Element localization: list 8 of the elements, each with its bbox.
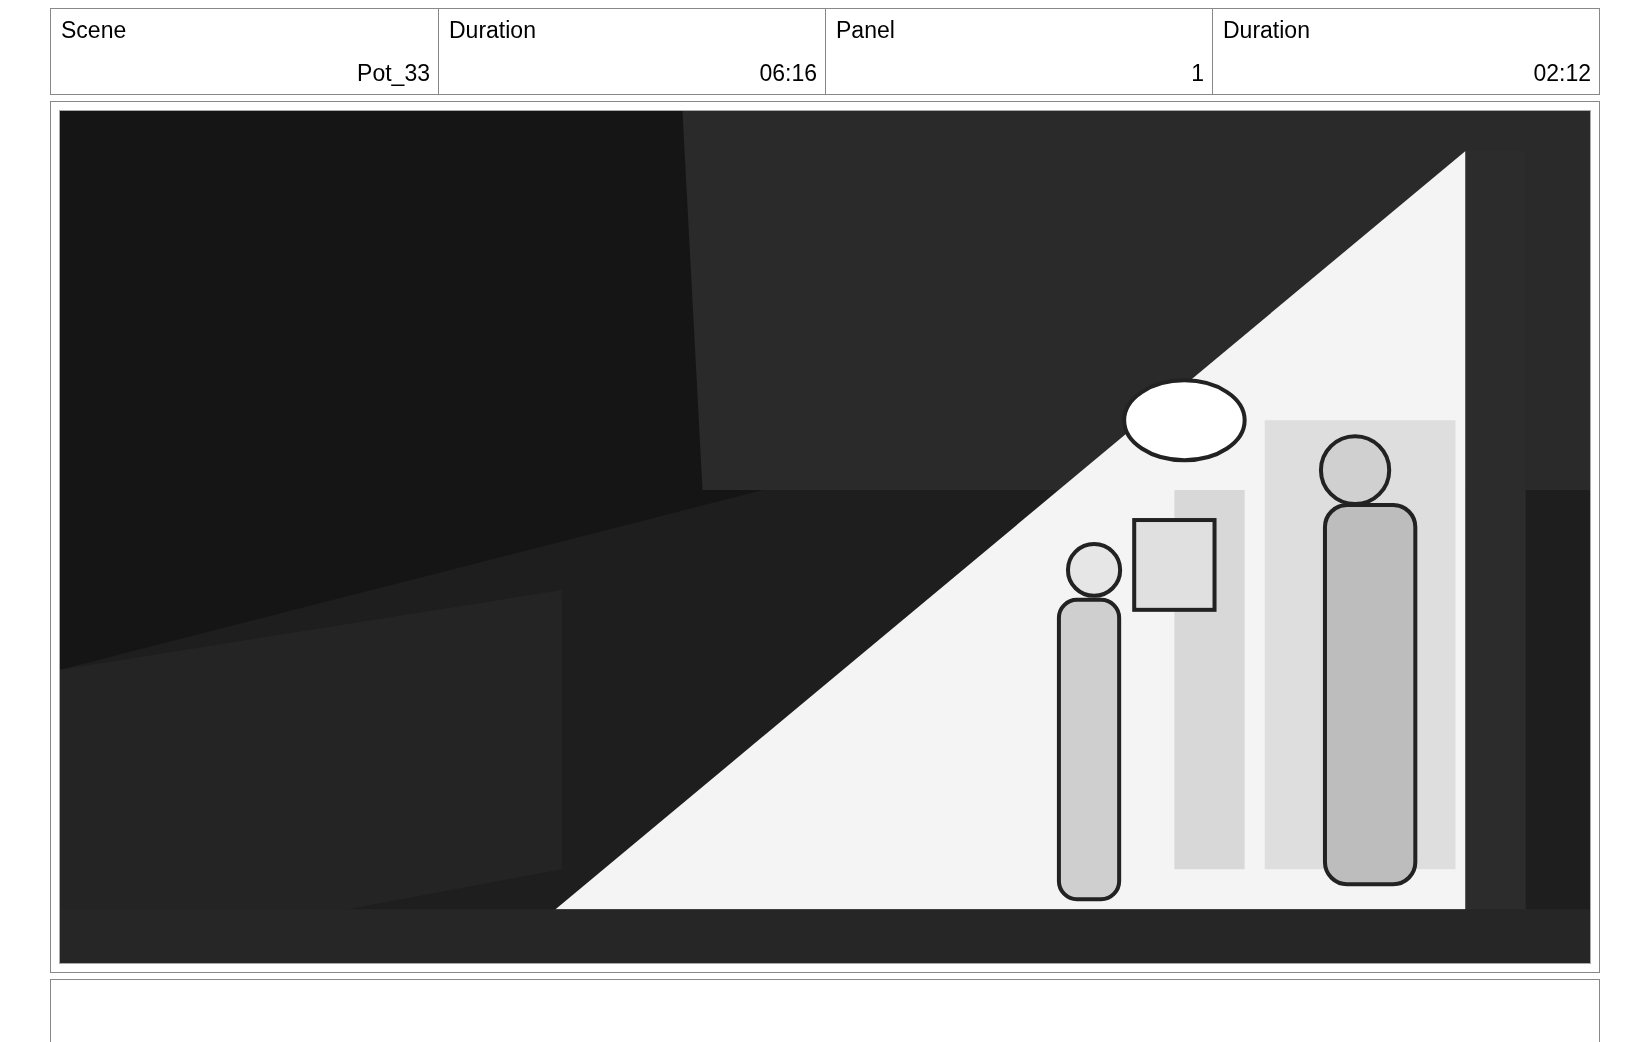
field-value: 06:16 — [759, 58, 817, 88]
field-value: Pot_33 — [357, 58, 430, 88]
field-value: 1 — [1191, 58, 1204, 88]
field-label: Panel — [836, 16, 895, 45]
field-label: Duration — [449, 16, 536, 45]
field-value: 02:12 — [1533, 58, 1591, 88]
field-label: Scene — [61, 16, 127, 45]
field-label: Duration — [1223, 16, 1310, 45]
